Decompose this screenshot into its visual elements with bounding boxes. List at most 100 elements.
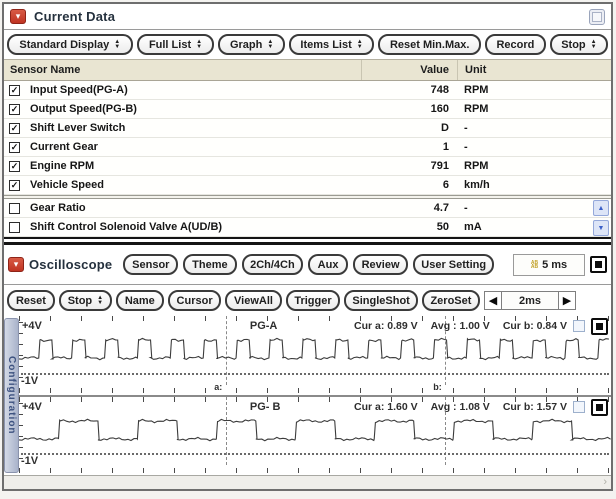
spinner-icon <box>357 40 363 50</box>
name-button-label: Name <box>124 294 155 307</box>
spinner-icon <box>267 40 273 50</box>
cursor-button[interactable]: Cursor <box>167 290 222 311</box>
graph-label: Graph <box>229 38 263 51</box>
channel-b-name: PG- B <box>249 400 281 413</box>
sweep-value: 2ms <box>502 291 559 310</box>
sensor-unit: km/h <box>464 179 490 191</box>
bottom-ruler <box>19 468 611 473</box>
standard-display-select[interactable]: Standard Display <box>7 34 133 55</box>
row-checkbox[interactable]: ✓ <box>9 84 20 96</box>
oscilloscope-titlebar: Oscilloscope Sensor Theme 2Ch/4Ch Aux Re… <box>4 245 611 285</box>
sensor-value: 1 <box>442 141 449 153</box>
column-unit[interactable]: Unit <box>457 60 589 80</box>
sensor-name: Vehicle Speed <box>30 179 104 191</box>
sensor-unit: RPM <box>464 103 489 115</box>
channel-b-readouts: Cur a: 1.60 V Avg : 1.08 V Cur b: 1.57 V <box>354 401 567 413</box>
scope-channel-a: +4V PG-A Cur a: 0.89 V Avg : 1.00 V Cur … <box>19 316 611 397</box>
row-checkbox[interactable] <box>9 221 20 233</box>
sweep-decrease-button[interactable] <box>484 291 503 310</box>
scope-area: Configuration +4V PG-A Cur a: 0.89 V Avg… <box>4 316 611 475</box>
view-all-button[interactable]: ViewAll <box>225 290 282 311</box>
channel-a-name: PG-A <box>249 320 278 332</box>
name-button[interactable]: Name <box>115 290 164 311</box>
horizontal-scrollbar[interactable]: › <box>4 475 611 489</box>
unselected-sensor-table: Gear Ratio 4.7 - Shift Control Solenoid … <box>4 199 611 237</box>
row-checkbox[interactable]: ✓ <box>9 122 20 134</box>
sensor-unit: - <box>464 122 468 134</box>
reset-minmax-button[interactable]: Reset Min.Max. <box>378 34 482 55</box>
sensor-value: 50 <box>436 221 449 233</box>
row-scroll-spacer <box>589 119 611 137</box>
record-button[interactable]: Record <box>485 34 546 55</box>
channel-b-checkbox[interactable] <box>573 400 585 413</box>
scope-stop-label: Stop <box>67 294 93 307</box>
full-list-select[interactable]: Full List <box>136 34 215 55</box>
cursor-button-label: Cursor <box>176 294 213 307</box>
table-row[interactable]: ✓ Current Gear 1 - <box>4 138 611 157</box>
column-value[interactable]: Value <box>361 60 457 80</box>
table-row[interactable]: ✓ Input Speed(PG-A) 748 RPM <box>4 81 611 100</box>
sensor-unit: RPM <box>464 160 489 172</box>
row-checkbox[interactable]: ✓ <box>9 160 20 172</box>
column-sensor-name[interactable]: Sensor Name <box>4 64 361 76</box>
channel-a-checkbox[interactable] <box>573 320 585 332</box>
oscilloscope-toolbar: Reset Stop Name Cursor ViewAll Trigger S… <box>4 285 611 316</box>
row-checkbox[interactable]: ✓ <box>9 141 20 153</box>
items-list-select[interactable]: Items List <box>288 34 375 55</box>
table-row[interactable]: Shift Control Solenoid Valve A(UD/B) 50 … <box>4 218 611 237</box>
channel-mode-button[interactable]: 2Ch/4Ch <box>241 254 304 275</box>
oscilloscope-title: Oscilloscope <box>29 257 113 272</box>
ab-channels-icon <box>531 261 538 269</box>
sensor-button[interactable]: Sensor <box>123 254 179 275</box>
user-setting-label: User Setting <box>421 258 487 271</box>
scope-stop-select[interactable]: Stop <box>58 290 112 311</box>
table-row[interactable]: ✓ Shift Lever Switch D - <box>4 119 611 138</box>
configuration-tab[interactable]: Configuration <box>4 318 19 473</box>
channel-a-min-label: -1V <box>21 374 39 387</box>
scroll-right-icon[interactable]: › <box>603 476 607 489</box>
stop-select[interactable]: Stop <box>549 34 608 55</box>
scope-stop-icon[interactable] <box>590 256 608 273</box>
theme-button[interactable]: Theme <box>183 254 237 275</box>
table-row[interactable]: Gear Ratio 4.7 - <box>4 199 611 218</box>
items-list-label: Items List <box>300 38 352 51</box>
cursor-a-value: Cur a: 0.89 V <box>354 320 418 332</box>
panel-separator <box>4 237 611 245</box>
panel-collapse-icon[interactable] <box>8 257 24 272</box>
graph-select[interactable]: Graph <box>218 34 285 55</box>
table-row[interactable]: ✓ Engine RPM 791 RPM <box>4 157 611 176</box>
sensor-name: Engine RPM <box>30 160 95 172</box>
channel-mode-label: 2Ch/4Ch <box>250 258 295 271</box>
table-row[interactable]: ✓ Vehicle Speed 6 km/h <box>4 176 611 195</box>
row-scroll-spacer <box>589 81 611 99</box>
row-checkbox[interactable]: ✓ <box>9 103 20 115</box>
panel-collapse-icon[interactable] <box>10 9 26 24</box>
row-checkbox[interactable] <box>9 202 20 214</box>
table-row[interactable]: ✓ Output Speed(PG-B) 160 RPM <box>4 100 611 119</box>
aux-button-label: Aux <box>317 258 339 271</box>
channel-b-max-label: +4V <box>22 400 42 413</box>
average-value: Avg : 1.00 V <box>430 320 490 332</box>
sweep-increase-button[interactable] <box>558 291 577 310</box>
review-button[interactable]: Review <box>352 254 409 275</box>
spinner-icon <box>591 40 597 50</box>
sensor-value: D <box>441 122 449 134</box>
sensor-name: Input Speed(PG-A) <box>30 84 128 96</box>
theme-button-label: Theme <box>192 258 228 271</box>
reset-button[interactable]: Reset <box>7 290 55 311</box>
aux-button[interactable]: Aux <box>308 254 348 275</box>
scroll-up-button[interactable] <box>593 200 609 216</box>
restore-window-button[interactable] <box>589 8 605 25</box>
scroll-down-button[interactable] <box>593 220 609 236</box>
zero-set-button[interactable]: ZeroSet <box>421 290 481 311</box>
sensor-value: 6 <box>442 179 449 191</box>
row-checkbox[interactable]: ✓ <box>9 179 20 191</box>
diagnostic-window: Current Data Standard Display Full List … <box>2 2 613 491</box>
row-scroll-spacer <box>589 100 611 118</box>
current-data-title: Current Data <box>34 9 116 24</box>
single-shot-button[interactable]: SingleShot <box>344 290 418 311</box>
channel-a-max-label: +4V <box>22 320 42 332</box>
trigger-button[interactable]: Trigger <box>285 290 341 311</box>
user-setting-button[interactable]: User Setting <box>413 254 495 275</box>
cursor-b-value: Cur b: 1.57 V <box>502 400 567 413</box>
